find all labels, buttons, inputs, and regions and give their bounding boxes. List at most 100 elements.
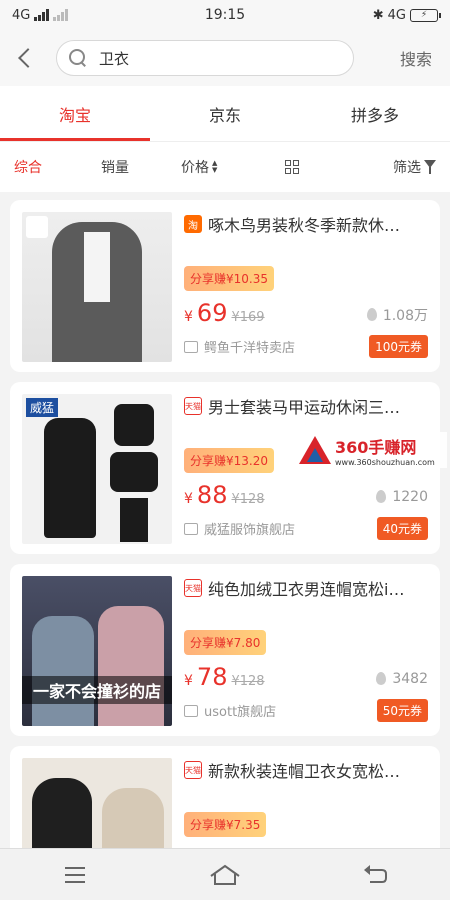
search-icon [69, 49, 87, 67]
product-info: 天猫 纯色加绒卫衣男连帽宽松i… 分享赚¥7.80 ¥ 78 ¥128 3482… [184, 576, 428, 724]
product-title[interactable]: 啄木鸟男装秋冬季新款休… [208, 212, 400, 236]
product-title[interactable]: 男士套装马甲运动休闲三… [208, 394, 400, 418]
product-title[interactable]: 新款秋装连帽卫衣女宽松… [208, 758, 400, 782]
signal-strength-secondary-icon [53, 9, 69, 21]
shop-row: 鳄鱼千洋特卖店 100元券 [184, 335, 428, 358]
search-button[interactable]: 搜索 [400, 46, 432, 70]
coupon-badge[interactable]: 50元券 [376, 699, 428, 722]
product-price: 69 [196, 299, 228, 327]
title-row: 淘 啄木鸟男装秋冬季新款休… [184, 212, 428, 236]
back-button[interactable] [10, 43, 40, 73]
network-type-right: 4G [387, 7, 406, 23]
tab-pinduoduo[interactable]: 拼多多 [300, 86, 450, 141]
product-image[interactable]: 一家不会撞衫的店 [22, 576, 172, 726]
suit-figure [44, 418, 96, 538]
right-person-hoodie [98, 606, 164, 726]
system-navigation-bar [0, 848, 450, 900]
hoodie-item [110, 452, 158, 492]
original-price: ¥128 [231, 674, 265, 689]
product-image[interactable]: 威猛 [22, 394, 172, 544]
share-earn-badge[interactable]: 分享赚¥13.20 [184, 448, 274, 473]
shop-icon [184, 340, 198, 353]
vest-item [114, 404, 154, 446]
sort-comprehensive[interactable]: 综合 [14, 157, 89, 177]
menu-button[interactable] [55, 855, 95, 895]
coupon-badge[interactable]: 100元券 [369, 335, 428, 358]
grid-view-button[interactable] [269, 160, 359, 174]
shop-row: usott旗舰店 50元券 [184, 699, 428, 722]
sales-count: 1.08万 [366, 305, 428, 325]
product-image[interactable] [22, 212, 172, 362]
status-bar: 4G 19:15 ✱ 4G ⚡ [0, 0, 450, 30]
watermark-url: www.360shouzhuan.com [335, 457, 435, 467]
product-title[interactable]: 纯色加绒卫衣男连帽宽松i… [208, 576, 404, 600]
bluetooth-icon: ✱ [372, 7, 384, 23]
share-earn-badge[interactable]: 分享赚¥7.80 [184, 630, 267, 655]
original-price: ¥128 [231, 492, 265, 507]
return-icon [364, 864, 387, 883]
product-price: 78 [196, 663, 228, 691]
shop-name[interactable]: 鳄鱼千洋特卖店 [204, 337, 295, 356]
sort-price-label: 价格 [181, 160, 209, 176]
shop-name[interactable]: usott旗舰店 [204, 701, 276, 720]
product-card[interactable]: 威猛 天猫 男士套装马甲运动休闲三… 分享赚¥13.20 ¥ 88 ¥128 1… [10, 382, 440, 554]
site-watermark: 360手赚网 www.360shouzhuan.com [297, 432, 447, 468]
shop-icon [184, 704, 198, 717]
chevron-left-icon [18, 48, 38, 68]
sort-price[interactable]: 价格 ▲ ▼ [169, 157, 269, 177]
product-info: 天猫 男士套装马甲运动休闲三… 分享赚¥13.20 ¥ 88 ¥128 1220… [184, 394, 428, 542]
brand-tag: 威猛 [26, 398, 59, 417]
search-box[interactable] [56, 40, 354, 76]
tmall-logo-icon: 天猫 [184, 579, 202, 597]
platform-tabs: 淘宝 京东 拼多多 [0, 86, 450, 142]
signal-strength-icon [34, 9, 50, 21]
left-person-hoodie [32, 616, 94, 726]
filter-button[interactable]: 筛选 [393, 157, 436, 177]
tmall-logo-icon: 天猫 [184, 397, 202, 415]
clock: 19:15 [204, 7, 246, 23]
currency-symbol: ¥ [184, 491, 193, 507]
title-row: 天猫 新款秋装连帽卫衣女宽松… [184, 758, 428, 782]
sort-arrows-icon: ▲ ▼ [212, 159, 218, 174]
inner-shirt [84, 232, 110, 302]
home-button[interactable] [205, 855, 245, 895]
signal-area: 4G [12, 7, 69, 23]
watermark-logo-icon [297, 434, 331, 466]
currency-symbol: ¥ [184, 309, 193, 325]
price-row: ¥ 88 ¥128 1220 [184, 481, 428, 509]
menu-icon [65, 866, 85, 883]
sales-value: 1.08万 [382, 307, 428, 324]
back-nav-button[interactable] [355, 855, 395, 895]
home-icon [210, 864, 240, 885]
taobao-logo-icon: 淘 [184, 215, 202, 233]
tab-jd[interactable]: 京东 [150, 86, 300, 141]
flame-icon [376, 672, 387, 685]
title-row: 天猫 男士套装马甲运动休闲三… [184, 394, 428, 418]
coupon-badge[interactable]: 40元券 [376, 517, 428, 540]
sales-value: 1220 [392, 488, 428, 505]
watermark-title: 360手赚网 [335, 437, 417, 457]
filter-label: 筛选 [393, 160, 421, 176]
search-input[interactable] [99, 49, 319, 67]
currency-symbol: ¥ [184, 673, 193, 689]
shop-row: 威猛服饰旗舰店 40元券 [184, 517, 428, 540]
tab-taobao[interactable]: 淘宝 [0, 86, 150, 141]
tmall-logo-icon: 天猫 [184, 761, 202, 779]
watermark-text: 360手赚网 www.360shouzhuan.com [335, 434, 435, 467]
shop-slogan: 一家不会撞衫的店 [22, 676, 172, 704]
shop-name[interactable]: 威猛服饰旗舰店 [204, 519, 295, 538]
sort-sales[interactable]: 销量 [89, 157, 169, 177]
share-earn-badge[interactable]: 分享赚¥10.35 [184, 266, 274, 291]
share-earn-badge[interactable]: 分享赚¥7.35 [184, 812, 267, 837]
product-card[interactable]: 一家不会撞衫的店 天猫 纯色加绒卫衣男连帽宽松i… 分享赚¥7.80 ¥ 78 … [10, 564, 440, 736]
battery-icon: ⚡ [410, 8, 441, 22]
shop-icon [184, 522, 198, 535]
search-header: 搜索 [0, 30, 450, 86]
product-card[interactable]: 淘 啄木鸟男装秋冬季新款休… 分享赚¥10.35 ¥ 69 ¥169 1.08万… [10, 200, 440, 372]
sort-bar: 综合 销量 价格 ▲ ▼ 筛选 [0, 142, 450, 192]
price-row: ¥ 78 ¥128 3482 [184, 663, 428, 691]
original-price: ¥169 [231, 310, 265, 325]
grid-icon [285, 160, 299, 174]
sort-sales-label: 销量 [101, 160, 129, 176]
network-type-left: 4G [12, 7, 31, 23]
